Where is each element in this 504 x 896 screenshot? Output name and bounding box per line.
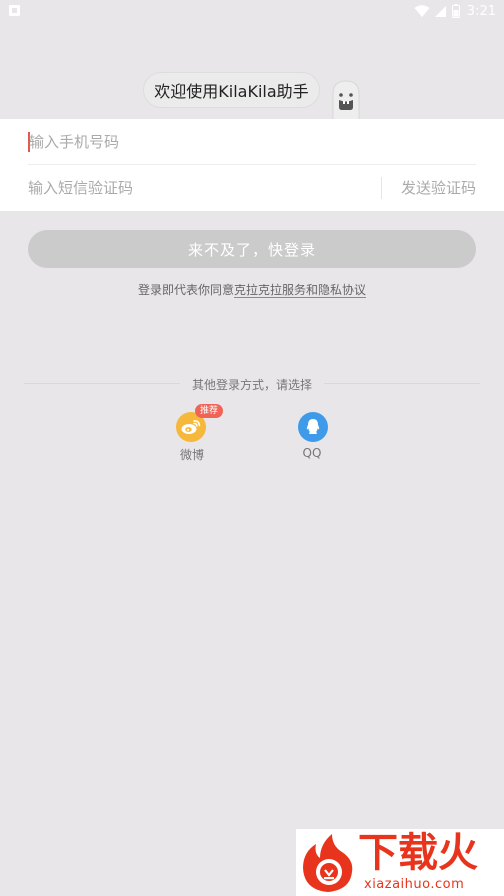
- mascot-icon: [332, 80, 360, 120]
- battery-icon: [451, 4, 460, 18]
- welcome-bubble: 欢迎使用KilaKila助手: [143, 72, 320, 108]
- signal-icon: [434, 5, 446, 17]
- phone-input[interactable]: [29, 132, 349, 151]
- qq-label: QQ: [302, 446, 322, 460]
- watermark: 下载火 xiazaihuo.com: [296, 829, 504, 896]
- status-bar: 3:21: [0, 0, 504, 22]
- divider-line-right: [324, 383, 480, 384]
- qq-icon: [298, 412, 328, 442]
- login-button[interactable]: 来不及了，快登录: [28, 230, 476, 268]
- login-form: 发送验证码: [0, 119, 504, 211]
- code-row: 发送验证码: [28, 165, 476, 211]
- qq-login-button[interactable]: QQ: [290, 411, 334, 463]
- sms-code-input[interactable]: [28, 179, 348, 197]
- phone-row: [28, 119, 476, 165]
- send-code-button[interactable]: 发送验证码: [401, 165, 476, 211]
- watermark-main-text: 下载火: [358, 830, 478, 876]
- code-divider: [381, 177, 382, 199]
- flame-logo-icon: [303, 834, 353, 892]
- status-time: 3:21: [466, 3, 496, 19]
- weibo-login-button[interactable]: 推荐 微博: [170, 404, 224, 463]
- login-screen: 3:21 欢迎使用KilaKila助手 发送验证码 来不及了，快登录 登录即代表…: [0, 0, 504, 896]
- notification-icon: [9, 5, 20, 16]
- other-login-title: 其他登录方式，请选择: [191, 378, 312, 392]
- watermark-sub-text: xiazaihuo.com: [364, 877, 465, 892]
- wifi-icon: [414, 4, 430, 17]
- agreement-prefix: 登录即代表你同意: [137, 283, 234, 297]
- agreement: 登录即代表你同意克拉克拉服务和隐私协议: [0, 281, 504, 298]
- weibo-label: 微博: [179, 448, 204, 462]
- other-login-divider: 其他登录方式，请选择: [24, 374, 480, 394]
- status-icons: 3:21: [414, 3, 496, 19]
- recommend-badge: 推荐: [195, 404, 224, 418]
- agreement-link[interactable]: 克拉克拉服务和隐私协议: [234, 283, 367, 298]
